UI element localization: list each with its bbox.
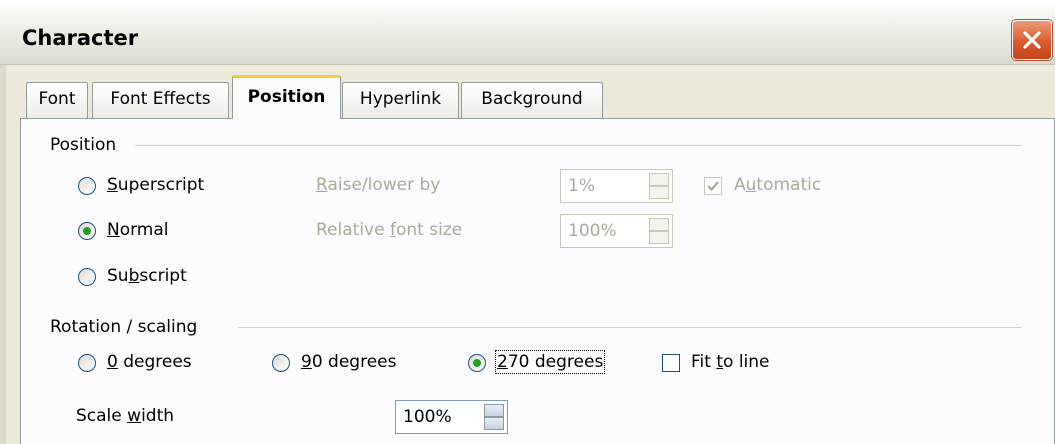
raise-lower-value: 1% [568,176,595,196]
spin-down-button[interactable] [649,231,669,244]
tab-hyperlink[interactable]: Hyperlink [342,82,459,118]
relative-font-size-label: Relative font size [316,220,463,240]
close-button[interactable] [1012,20,1052,60]
zero-degrees-radio[interactable] [78,354,96,372]
tab-label: Background [481,89,583,109]
position-group-label: Position [50,135,117,155]
subscript-radio[interactable] [78,268,96,286]
normal-label[interactable]: Normal [107,220,169,240]
raise-lower-label: Raise/lower by [316,175,441,195]
spin-down-button[interactable] [484,417,504,430]
close-icon [1023,31,1041,49]
zero-degrees-label[interactable]: 0 degrees [107,352,192,372]
spin-up-button[interactable] [649,173,669,186]
tab-background[interactable]: Background [461,82,603,118]
character-dialog: Character Font Font Effects Position Hyp… [0,0,1055,444]
ninety-degrees-label[interactable]: 90 degrees [301,352,396,372]
two-seventy-degrees-radio[interactable] [468,354,486,372]
scale-width-spinbox[interactable]: 100% [395,400,508,434]
spin-down-button[interactable] [649,186,669,199]
scale-width-value: 100% [403,407,452,427]
dialog-title: Character [22,26,139,50]
window-left-edge [0,65,6,444]
subscript-label[interactable]: Subscript [107,266,187,286]
dialog-body: Font Font Effects Position Hyperlink Bac… [0,65,1055,444]
normal-radio[interactable] [78,222,96,240]
title-bar[interactable]: Character [0,0,1055,65]
rotation-group-divider [238,327,1021,328]
radio-selected-dot [473,359,481,367]
position-group-divider [135,145,1021,146]
rotation-group-label: Rotation / scaling [50,317,198,337]
fit-to-line-checkbox[interactable] [662,354,680,372]
ninety-degrees-radio[interactable] [272,354,290,372]
two-seventy-degrees-label[interactable]: 270 degrees [494,350,606,374]
relative-font-size-spinbox[interactable]: 100% [560,214,673,248]
spin-up-button[interactable] [649,218,669,231]
spin-up-button[interactable] [484,404,504,417]
tab-label: Hyperlink [359,89,442,109]
automatic-checkbox[interactable] [704,177,722,195]
automatic-label: Automatic [734,175,822,195]
relative-font-size-value: 100% [568,221,617,241]
fit-to-line-label[interactable]: Fit to line [691,352,770,372]
scale-width-label: Scale width [76,406,175,426]
tab-label: Position [247,87,326,107]
raise-lower-spinbox[interactable]: 1% [560,169,673,203]
tab-font-effects[interactable]: Font Effects [92,82,229,118]
tab-label: Font [38,89,76,109]
radio-selected-dot [83,227,91,235]
tab-font[interactable]: Font [26,82,88,118]
tab-position[interactable]: Position [232,75,341,119]
checkmark-icon [707,181,719,192]
tab-label: Font Effects [110,89,211,109]
superscript-radio[interactable] [78,177,96,195]
superscript-label[interactable]: Superscript [107,175,204,195]
